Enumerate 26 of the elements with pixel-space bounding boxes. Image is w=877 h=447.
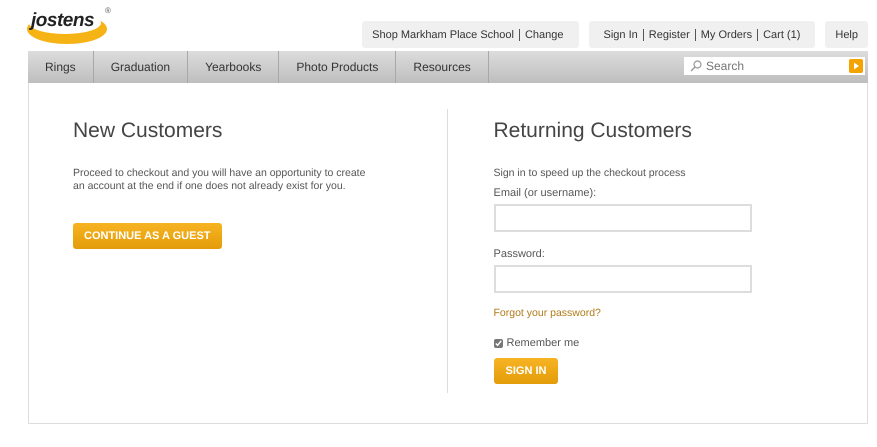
section-title: Returning Customers xyxy=(494,119,693,143)
email-field[interactable] xyxy=(494,204,752,232)
nav-tab[interactable]: Graduation xyxy=(94,51,188,83)
password-field[interactable] xyxy=(494,265,752,293)
email-label: Email (or username): xyxy=(494,187,598,199)
guest-text: Proceed to checkout and you will have an opportunity to create an account at the end if one does not already exist for you. xyxy=(73,167,366,193)
password-label: Password: xyxy=(494,248,546,260)
account-link[interactable]: Cart (1) xyxy=(757,28,806,40)
go-icon[interactable] xyxy=(849,59,863,73)
nav-tab[interactable]: Photo Products xyxy=(279,51,396,83)
section-title: New Customers xyxy=(73,119,224,143)
sign-in-intro: Sign in to speed up the checkout process xyxy=(494,167,687,179)
search-icon xyxy=(690,60,702,72)
remember-checkbox[interactable] xyxy=(494,338,502,348)
nav-tab[interactable]: Resources xyxy=(396,51,489,83)
nav-tab[interactable]: Yearbooks xyxy=(188,51,280,83)
account-link[interactable]: Sign In xyxy=(598,28,643,40)
nav-tab[interactable]: Rings xyxy=(28,51,94,83)
forgot-password-link[interactable]: Forgot your password? xyxy=(494,307,601,319)
account-link[interactable]: Register xyxy=(642,28,695,40)
change-link[interactable]: Change xyxy=(518,28,569,40)
remember-label: Remember me xyxy=(506,337,580,349)
school-label: Shop Markham Place School xyxy=(372,28,515,40)
account-link[interactable]: My Orders xyxy=(694,28,758,40)
help-link[interactable]: Help xyxy=(825,21,868,48)
search-field[interactable]: Search xyxy=(684,57,865,75)
